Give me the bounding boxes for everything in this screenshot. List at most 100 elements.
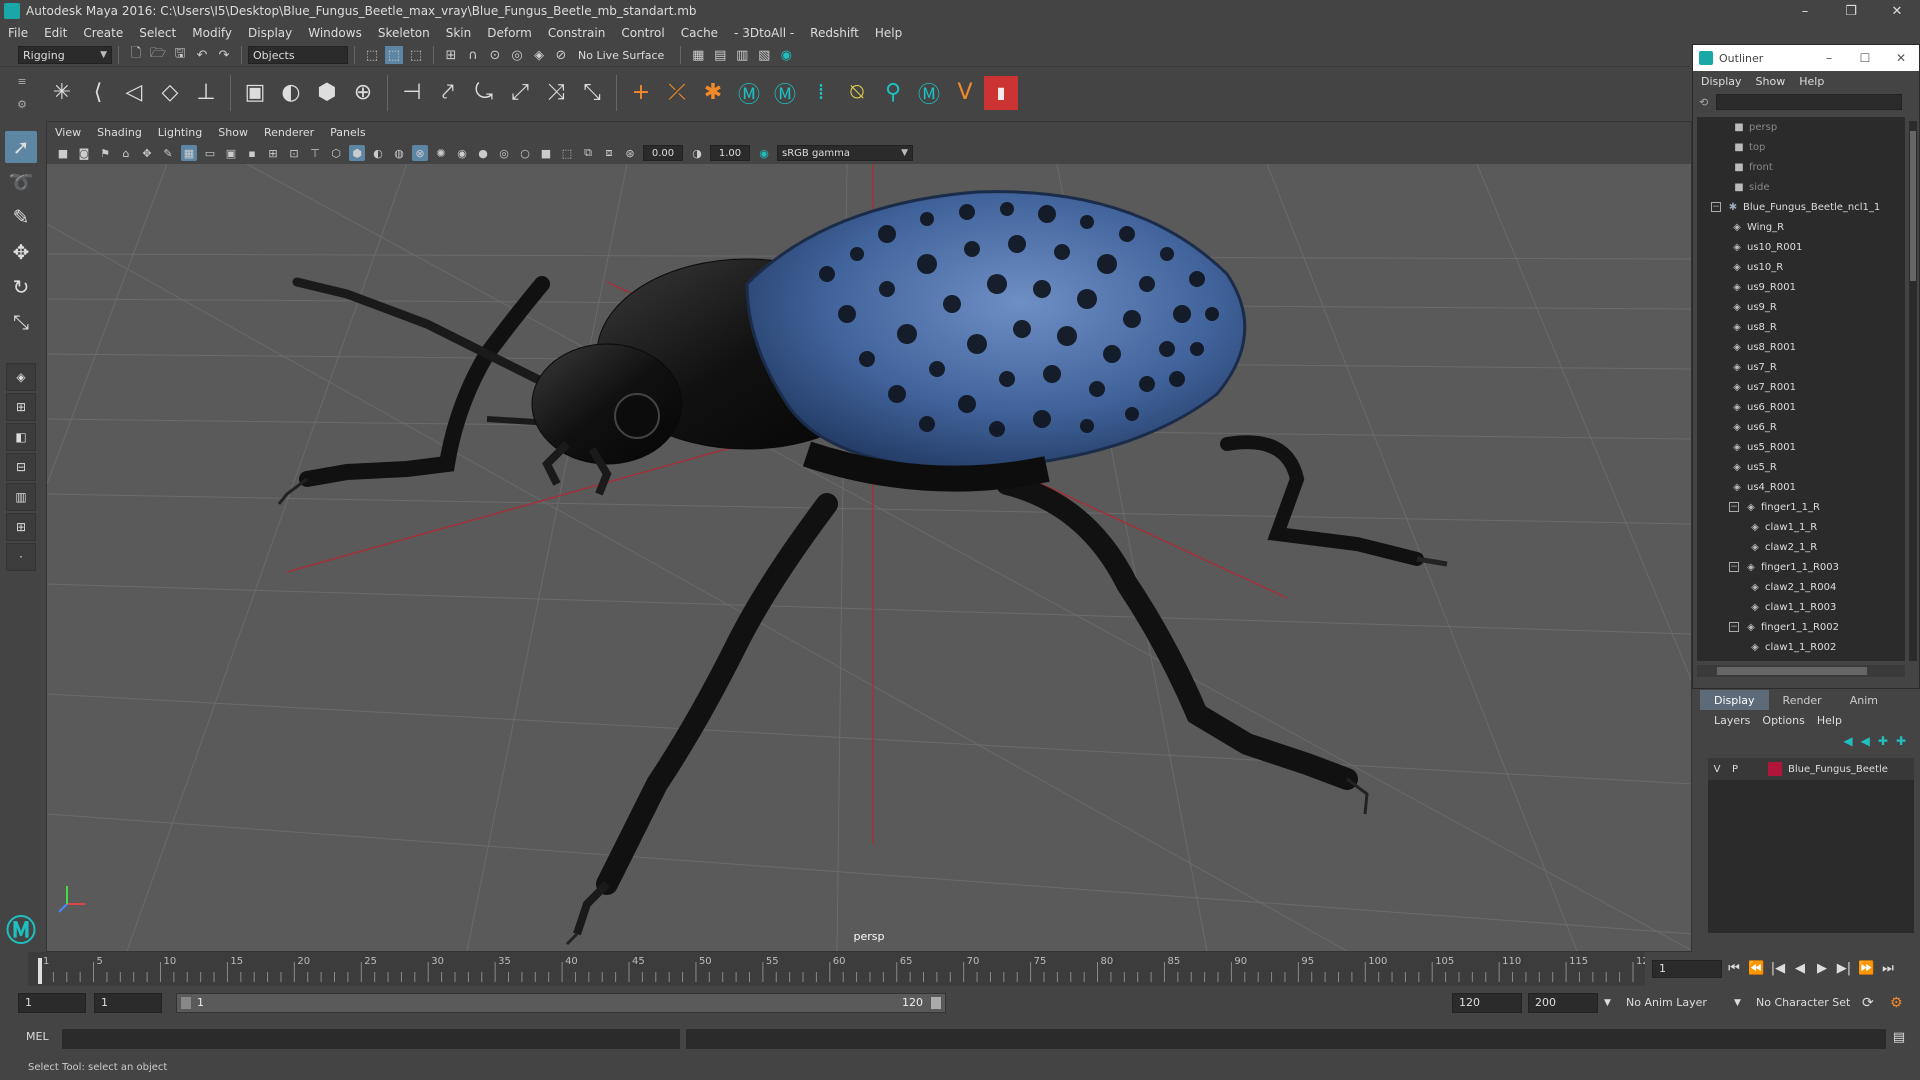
snap-surface-icon[interactable]: ◈ <box>530 46 548 64</box>
color-management-icon[interactable]: ◉ <box>756 145 772 161</box>
chevron-down-icon[interactable]: ▼ <box>1734 993 1741 1013</box>
outliner-close-button[interactable]: ✕ <box>1883 45 1919 71</box>
outliner-maximize-button[interactable]: ☐ <box>1847 45 1883 71</box>
outliner-menu-show[interactable]: Show <box>1756 75 1786 88</box>
hypershade-icon[interactable]: ◉ <box>777 46 795 64</box>
tab-render[interactable]: Render <box>1769 690 1836 710</box>
layer-row[interactable]: V P Blue_Fungus_Beetle <box>1708 758 1914 780</box>
outliner-item[interactable]: ◈ us8_R001 <box>1697 337 1905 357</box>
vp-menu-lighting[interactable]: Lighting <box>158 126 202 139</box>
quick-rig-icon[interactable]: ⁞ <box>804 76 838 110</box>
four-view-layout-icon[interactable]: ⊞ <box>6 393 36 421</box>
menu-cache[interactable]: Cache <box>681 26 718 40</box>
menu-constrain[interactable]: Constrain <box>548 26 606 40</box>
auto-key-icon[interactable]: ⟳ <box>1862 993 1874 1013</box>
layer-menu-help[interactable]: Help <box>1817 714 1842 727</box>
menu-windows[interactable]: Windows <box>308 26 362 40</box>
render-settings-icon[interactable]: ▧ <box>755 46 773 64</box>
animation-preferences-icon[interactable]: ⚙ <box>1890 993 1903 1013</box>
lattice-icon[interactable]: ✱ <box>696 76 730 110</box>
current-frame-field[interactable]: 1 <box>1652 960 1722 978</box>
xray-components-icon[interactable]: ⧈ <box>601 145 617 161</box>
character-controls-icon[interactable]: Ⓜ <box>768 76 802 110</box>
layer-menu-options[interactable]: Options <box>1762 714 1804 727</box>
outliner-item[interactable]: ■ side <box>1697 177 1905 197</box>
layer-playback-toggle[interactable]: P <box>1726 764 1744 775</box>
joint-tool-icon[interactable]: ✳ <box>45 76 79 110</box>
wireframe-icon[interactable]: ⬡ <box>328 145 344 161</box>
outliner-item[interactable]: ■ top <box>1697 137 1905 157</box>
range-bar[interactable]: 1 120 <box>176 993 946 1013</box>
menu-skin[interactable]: Skin <box>446 26 472 40</box>
menu-file[interactable]: File <box>8 26 28 40</box>
vp-menu-show[interactable]: Show <box>218 126 248 139</box>
tree-expander-icon[interactable]: − <box>1729 622 1739 632</box>
exposure-field[interactable]: 0.00 <box>643 145 683 161</box>
menu-edit[interactable]: Edit <box>44 26 67 40</box>
outliner-item[interactable]: ◈ claw2_1_R004 <box>1697 577 1905 597</box>
paint-weights-icon[interactable]: ⬢ <box>310 76 344 110</box>
script-editor-icon[interactable]: ▤ <box>1890 1030 1908 1048</box>
outliner-item[interactable]: ◈ us8_R <box>1697 317 1905 337</box>
menu-help[interactable]: Help <box>875 26 902 40</box>
go-to-end-button[interactable]: ⏭ <box>1880 961 1896 976</box>
outliner-filter-icon[interactable]: ⟲ <box>1699 96 1708 109</box>
animation-start-field[interactable]: 1 <box>18 993 86 1013</box>
outliner-item[interactable]: ◈ us9_R <box>1697 297 1905 317</box>
persp-graph-layout-icon[interactable]: ⊟ <box>6 453 36 481</box>
field-chart-icon[interactable]: ⊞ <box>265 145 281 161</box>
outliner-menu-display[interactable]: Display <box>1701 75 1742 88</box>
move-layer-up-icon[interactable]: ◀ <box>1843 734 1852 748</box>
command-input[interactable] <box>62 1029 680 1049</box>
outliner-search-input[interactable] <box>1716 94 1903 110</box>
rotate-tool-icon[interactable]: ↻ <box>5 271 37 303</box>
select-by-component-icon[interactable]: ⬚ <box>407 46 425 64</box>
outliner-item[interactable]: ◈ us10_R001 <box>1697 237 1905 257</box>
outliner-menu-help[interactable]: Help <box>1799 75 1824 88</box>
move-layer-down-icon[interactable]: ◀ <box>1861 734 1870 748</box>
outliner-vertical-scrollbar[interactable] <box>1909 121 1917 661</box>
vp-menu-panels[interactable]: Panels <box>330 126 365 139</box>
ik-handle-icon[interactable]: ⟨ <box>81 76 115 110</box>
outliner-horizontal-scrollbar[interactable] <box>1697 665 1905 677</box>
parent-constraint-icon[interactable]: ⤨ <box>539 76 573 110</box>
human-ik-icon[interactable]: Ⓜ <box>732 76 766 110</box>
outliner-item[interactable]: ◈ us7_R <box>1697 357 1905 377</box>
play-forwards-button[interactable]: ▶ <box>1814 961 1830 976</box>
ipr-render-icon[interactable]: ▥ <box>733 46 751 64</box>
outliner-item[interactable]: ■ front <box>1697 157 1905 177</box>
scrollbar-thumb[interactable] <box>1717 667 1867 675</box>
snap-view-plane-icon[interactable]: ◎ <box>508 46 526 64</box>
layer-menu-layers[interactable]: Layers <box>1714 714 1750 727</box>
lasso-tool-icon[interactable]: ➰ <box>5 166 37 198</box>
outliner-item[interactable]: − ◈ finger1_1_R <box>1697 497 1905 517</box>
redo-icon[interactable]: ↷ <box>215 46 233 64</box>
select-tool-icon[interactable]: ➚ <box>5 131 37 163</box>
time-slider[interactable]: 1 5 10 15 20 25 30 35 40 45 50 55 60 65 70 75 80 85 90 95 10… <box>0 952 1920 986</box>
exposure-icon[interactable]: ⊛ <box>622 145 638 161</box>
vp-menu-renderer[interactable]: Renderer <box>264 126 314 139</box>
cluster-icon[interactable]: ⤫ <box>660 76 694 110</box>
depth-of-field-icon[interactable]: ○ <box>517 145 533 161</box>
range-end-handle[interactable] <box>931 997 941 1009</box>
hypershade-layout-icon[interactable]: ▥ <box>6 483 36 511</box>
move-tool-icon[interactable]: ✥ <box>5 236 37 268</box>
outliner-item[interactable]: ◈ us10_R <box>1697 257 1905 277</box>
textured-icon[interactable]: ◍ <box>391 145 407 161</box>
render-frame-icon[interactable]: ▤ <box>711 46 729 64</box>
menu-display[interactable]: Display <box>248 26 292 40</box>
persp-outliner-layout-icon[interactable]: ◧ <box>6 423 36 451</box>
xray-icon[interactable]: ⬚ <box>559 145 575 161</box>
outliner-item[interactable]: ◈ us4_R001 <box>1697 477 1905 497</box>
safe-title-icon[interactable]: ⊤ <box>307 145 323 161</box>
scale-constraint-icon[interactable]: ⤢ <box>503 76 537 110</box>
outliner-item[interactable]: ◈ claw2_1_R <box>1697 537 1905 557</box>
outliner-item[interactable]: − ◈ finger1_1_R003 <box>1697 557 1905 577</box>
shelf-options-icon[interactable]: ≡ <box>17 75 26 88</box>
range-start-handle[interactable] <box>181 997 191 1009</box>
gate-mask-icon[interactable]: ▪ <box>244 145 260 161</box>
anim-layer-dropdown[interactable]: No Anim Layer <box>1626 993 1707 1013</box>
selection-mode-dropdown[interactable]: Objects <box>248 46 348 64</box>
chevron-down-icon[interactable]: ▼ <box>1604 993 1611 1013</box>
2d-pan-zoom-icon[interactable]: ✥ <box>139 145 155 161</box>
